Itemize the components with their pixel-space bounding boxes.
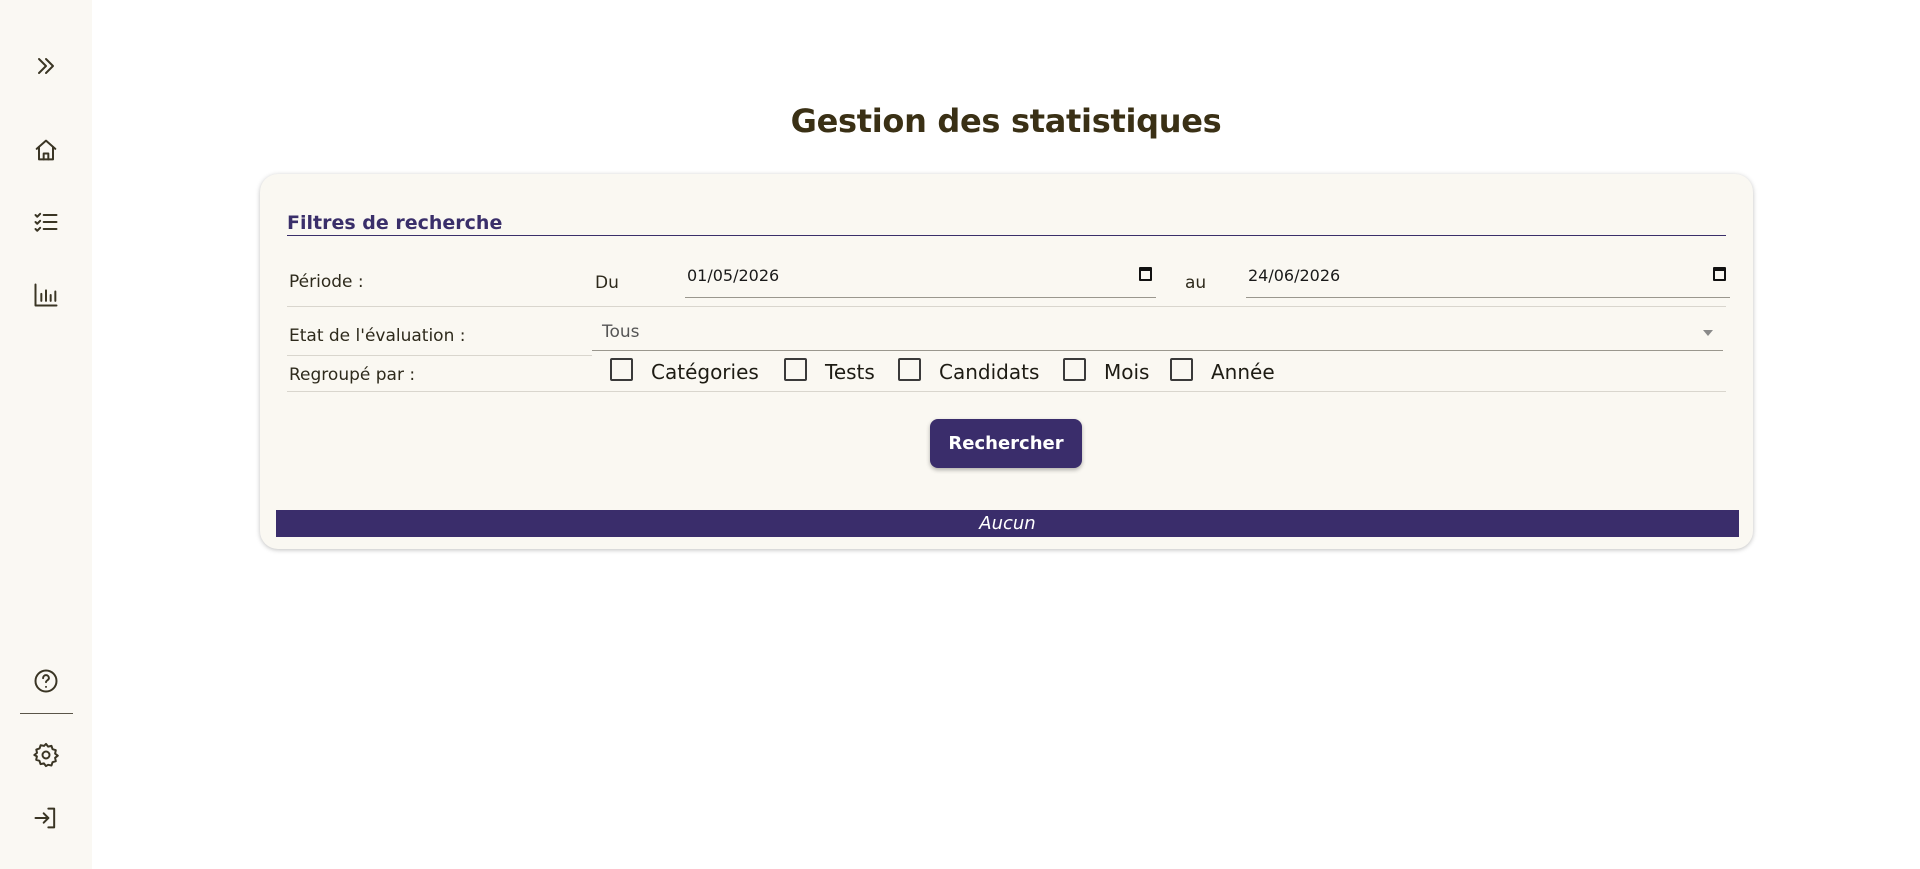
group-categories-checkbox[interactable] bbox=[610, 358, 633, 381]
calendar-icon[interactable] bbox=[1139, 267, 1152, 281]
chart-icon bbox=[34, 283, 58, 307]
group-candidats-checkbox[interactable] bbox=[898, 358, 921, 381]
group-mois-label: Mois bbox=[1104, 360, 1150, 384]
logout-button[interactable] bbox=[28, 800, 64, 836]
sidebar bbox=[0, 0, 92, 869]
evaluation-state-label: Etat de l'évaluation : bbox=[289, 326, 466, 346]
calendar-icon[interactable] bbox=[1713, 267, 1726, 281]
group-annee-label: Année bbox=[1211, 360, 1275, 384]
help-icon bbox=[34, 669, 58, 693]
period-label: Période : bbox=[289, 272, 364, 292]
chevron-down-icon bbox=[1703, 330, 1713, 336]
group-tests-checkbox[interactable] bbox=[784, 358, 807, 381]
chevrons-right-icon bbox=[38, 58, 54, 74]
filters-title: Filtres de recherche bbox=[287, 212, 503, 234]
result-bar: Aucun bbox=[276, 510, 1739, 537]
end-date-value: 24/06/2026 bbox=[1248, 266, 1341, 285]
row-divider bbox=[287, 391, 1726, 392]
to-label: au bbox=[1185, 273, 1207, 293]
home-icon bbox=[35, 139, 57, 161]
sidebar-divider bbox=[20, 713, 73, 714]
row-divider bbox=[287, 306, 1726, 307]
page-title: Gestion des statistiques bbox=[790, 102, 1222, 140]
sidebar-item-home[interactable] bbox=[28, 132, 64, 168]
filters-card: Filtres de recherche Période : Du 01/05/… bbox=[260, 174, 1753, 549]
help-button[interactable] bbox=[28, 663, 64, 699]
start-date-value: 01/05/2026 bbox=[687, 266, 780, 285]
row-divider bbox=[287, 355, 592, 356]
evaluation-state-select[interactable]: Tous bbox=[592, 315, 1723, 351]
expand-sidebar-button[interactable] bbox=[28, 48, 64, 84]
search-button[interactable]: Rechercher bbox=[930, 419, 1082, 468]
checklist-icon bbox=[34, 212, 58, 232]
filters-divider bbox=[287, 235, 1726, 236]
settings-button[interactable] bbox=[28, 737, 64, 773]
from-label: Du bbox=[595, 273, 619, 293]
settings-icon bbox=[33, 742, 59, 768]
logout-icon bbox=[34, 807, 56, 829]
sidebar-item-evaluations[interactable] bbox=[28, 204, 64, 240]
end-date-input[interactable]: 24/06/2026 bbox=[1246, 262, 1730, 298]
group-tests-label: Tests bbox=[825, 360, 875, 384]
sidebar-item-statistics[interactable] bbox=[28, 277, 64, 313]
group-categories-label: Catégories bbox=[651, 360, 759, 384]
group-candidats-label: Candidats bbox=[939, 360, 1040, 384]
group-mois-checkbox[interactable] bbox=[1063, 358, 1086, 381]
start-date-input[interactable]: 01/05/2026 bbox=[685, 262, 1156, 298]
group-by-label: Regroupé par : bbox=[289, 365, 416, 385]
evaluation-state-value: Tous bbox=[602, 322, 640, 342]
group-annee-checkbox[interactable] bbox=[1170, 358, 1193, 381]
